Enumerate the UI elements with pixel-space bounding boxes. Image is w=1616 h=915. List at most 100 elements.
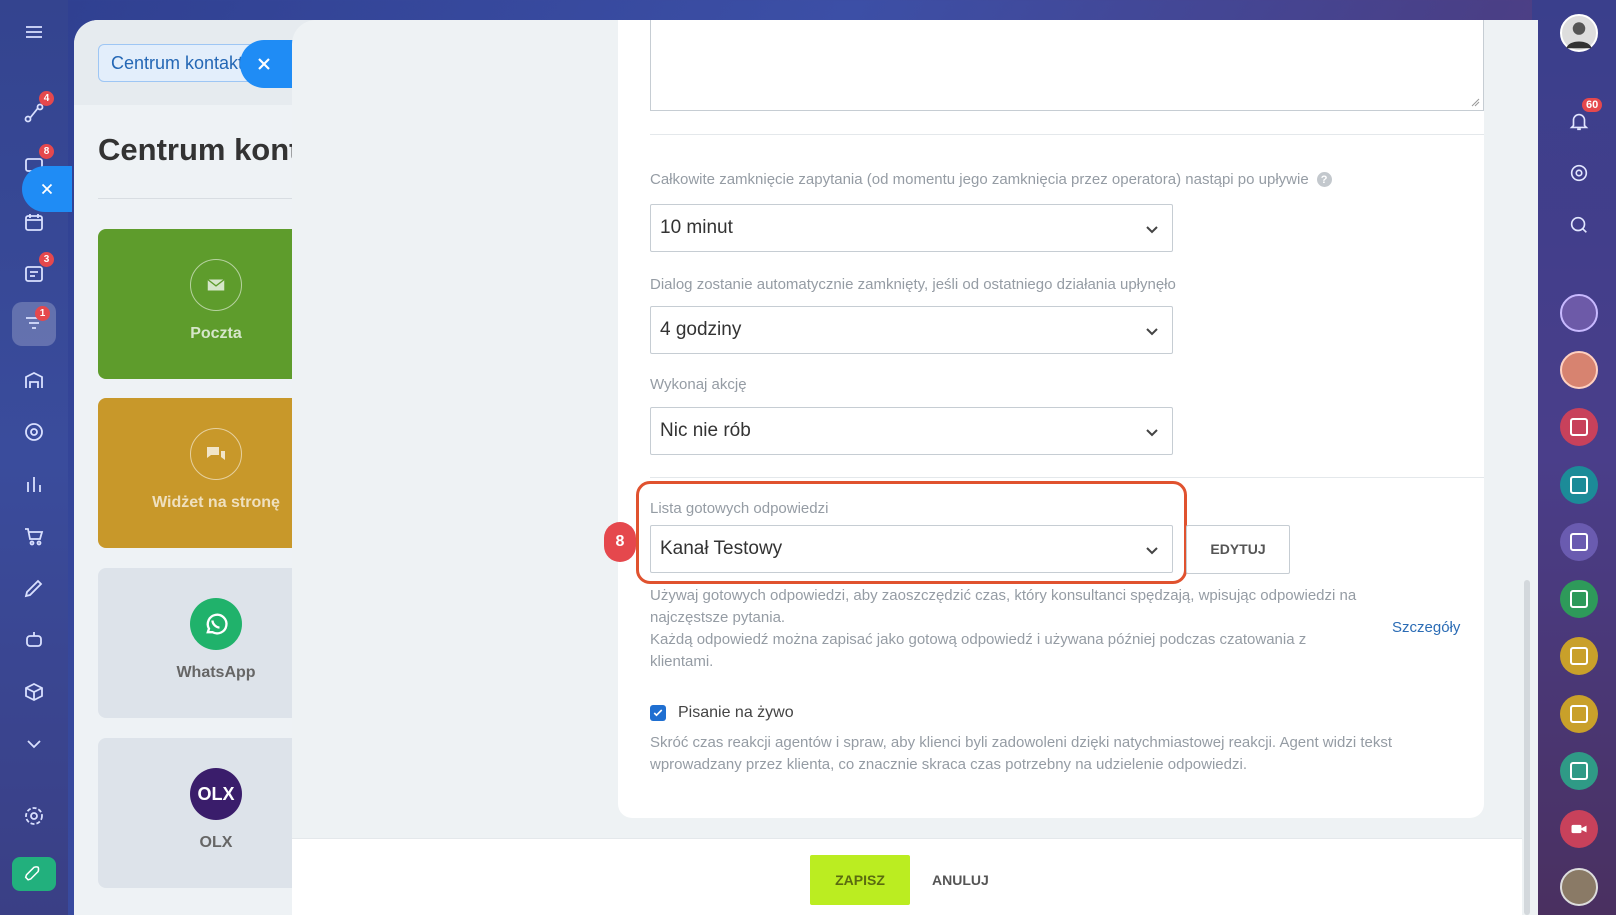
answers-value: Kanał Testowy xyxy=(660,538,783,559)
help-icon[interactable]: ? xyxy=(1316,172,1332,187)
video-icon xyxy=(1571,824,1587,834)
nav-item-market[interactable] xyxy=(18,676,50,708)
document-icon xyxy=(1570,590,1588,608)
auto-close-value: 4 godziny xyxy=(660,319,742,340)
target-icon xyxy=(25,423,43,441)
robot-icon xyxy=(26,632,42,647)
contact-avatar[interactable] xyxy=(1560,868,1598,906)
settings-slider: Całkowite zamknięcie zapytania (od momen… xyxy=(292,20,1538,915)
nav-item-flows[interactable]: 4 xyxy=(18,91,54,129)
close-period-select[interactable]: 10 minut xyxy=(650,204,1173,252)
answers-description: Używaj gotowych odpowiedzi, aby zaoszczę… xyxy=(650,585,1410,673)
close-icon xyxy=(41,183,53,195)
left-navigation: 4 8 3 1 xyxy=(0,0,68,915)
whatsapp-icon xyxy=(190,598,242,650)
rocket-button[interactable] xyxy=(12,857,56,891)
bar-chart-icon xyxy=(27,477,41,492)
close-period-value: 10 minut xyxy=(660,217,733,238)
rail-goals[interactable] xyxy=(1560,154,1598,192)
nav-more-chevron[interactable] xyxy=(18,728,50,760)
nav-item-warehouse[interactable] xyxy=(18,364,50,396)
task-chat[interactable] xyxy=(1560,695,1598,733)
live-typing-label[interactable]: Pisanie na żywo xyxy=(678,704,794,722)
olx-logo: OLX xyxy=(190,768,242,820)
chat-bubbles-icon xyxy=(190,428,242,480)
close-slider-button-secondary[interactable] xyxy=(22,166,72,212)
nav-badge: 3 xyxy=(39,252,54,267)
nav-badge: 1 xyxy=(35,306,50,321)
calendar-icon xyxy=(25,214,43,231)
gear-icon xyxy=(25,807,43,825)
cancel-button[interactable]: ANULUJ xyxy=(932,855,989,905)
save-button[interactable]: ZAPISZ xyxy=(810,855,910,905)
answers-select[interactable]: Kanał Testowy xyxy=(650,525,1173,573)
auto-close-label: Dialog zostanie automatycznie zamknięty,… xyxy=(650,276,1176,293)
divider xyxy=(650,134,1484,135)
task-icon xyxy=(1570,418,1588,436)
action-label: Wykonaj akcję xyxy=(650,376,747,393)
chevron-down-icon xyxy=(1146,226,1158,234)
chevron-down-icon xyxy=(1146,547,1158,555)
nav-item-shop[interactable] xyxy=(18,520,50,552)
search-chat-icon xyxy=(1570,216,1587,233)
auto-close-select[interactable]: 4 godziny xyxy=(650,306,1173,354)
nav-item-settings[interactable] xyxy=(18,800,50,832)
check-icon xyxy=(653,709,663,717)
tile-label: OLX xyxy=(199,834,233,851)
scrollbar[interactable] xyxy=(1524,580,1530,915)
nav-badge: 8 xyxy=(39,144,54,159)
message-textarea[interactable] xyxy=(650,20,1484,111)
nav-item-goals[interactable] xyxy=(18,416,50,448)
footer-bar: ZAPISZ ANULUJ xyxy=(292,838,1522,915)
close-slider-button[interactable] xyxy=(240,40,300,88)
tile-label: WhatsApp xyxy=(176,664,256,681)
step-marker: 8 xyxy=(604,522,636,562)
task-icon xyxy=(1570,533,1588,551)
chevron-down-icon xyxy=(27,740,41,749)
target-icon xyxy=(1570,164,1588,182)
contact-avatar[interactable] xyxy=(1560,351,1598,389)
task-chat[interactable] xyxy=(1560,637,1598,675)
tile-label: Poczta xyxy=(190,325,242,342)
task-chat[interactable] xyxy=(1560,523,1598,561)
task-chat[interactable] xyxy=(1560,466,1598,504)
resize-grip-icon[interactable] xyxy=(1470,97,1480,107)
video-chat[interactable] xyxy=(1560,810,1598,848)
menu-icon[interactable] xyxy=(18,16,50,48)
details-link[interactable]: Szczegóły xyxy=(1392,619,1460,636)
contact-avatar[interactable] xyxy=(1560,294,1598,332)
pen-icon xyxy=(24,579,43,598)
nav-item-analytics[interactable] xyxy=(18,468,50,500)
nav-item-sign[interactable] xyxy=(18,572,50,604)
task-icon xyxy=(1570,476,1588,494)
action-value: Nic nie rób xyxy=(660,420,751,441)
tile-label: Widżet na stronę xyxy=(152,494,280,511)
nav-item-feed[interactable]: 3 xyxy=(18,252,54,290)
notifications-badge: 60 xyxy=(1582,98,1603,112)
doc-chat[interactable] xyxy=(1560,580,1598,618)
task-icon xyxy=(1570,705,1588,723)
live-typing-description: Skróć czas reakcji agentów i spraw, aby … xyxy=(650,734,1392,773)
bell-icon xyxy=(1569,113,1589,131)
rail-search[interactable] xyxy=(1560,206,1598,244)
mail-icon xyxy=(190,259,242,311)
nav-badge: 4 xyxy=(39,91,54,106)
edit-answers-button[interactable]: EDYTUJ xyxy=(1186,525,1290,574)
rocket-icon xyxy=(24,866,40,881)
answers-desc-line-2: Każdą odpowiedź można zapisać jako gotow… xyxy=(650,631,1307,670)
nav-item-crm[interactable]: 1 xyxy=(12,302,56,346)
close-icon xyxy=(258,58,270,70)
nav-item-copilot[interactable] xyxy=(18,624,50,656)
live-typing-checkbox[interactable] xyxy=(650,705,666,721)
task-chat[interactable] xyxy=(1560,408,1598,446)
task-icon xyxy=(1570,762,1588,780)
close-period-label: Całkowite zamknięcie zapytania (od momen… xyxy=(650,171,1332,188)
right-rail: 60 xyxy=(1532,0,1616,915)
user-avatar[interactable] xyxy=(1560,14,1598,52)
box-icon xyxy=(25,682,43,702)
action-select[interactable]: Nic nie rób xyxy=(650,407,1173,455)
divider xyxy=(650,477,1484,478)
task-chat[interactable] xyxy=(1560,752,1598,790)
task-icon xyxy=(1570,647,1588,665)
chevron-down-icon xyxy=(1146,429,1158,437)
